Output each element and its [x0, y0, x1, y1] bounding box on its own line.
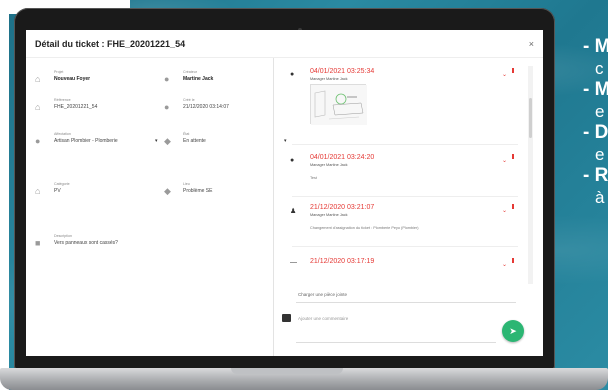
- field-label: Créé le: [183, 98, 195, 102]
- field-label: Lieu: [183, 182, 190, 186]
- entry-date: 21/12/2020 03:21:07: [310, 204, 375, 211]
- field-value: PV: [54, 188, 61, 194]
- side-text-line: c: [595, 58, 604, 78]
- expand-chevron-icon[interactable]: ⌄: [502, 157, 507, 164]
- entry-separator: [292, 246, 518, 247]
- home-icon: ⌂: [35, 186, 41, 196]
- entry-author: Manager Martine Jack: [310, 213, 348, 217]
- field-value: En attente: [183, 138, 206, 144]
- field-label: Créateur: [183, 70, 197, 74]
- entry-text: Changement d'assignation du ticket : Plo…: [310, 226, 419, 230]
- expand-chevron-icon[interactable]: ⌄: [502, 207, 507, 214]
- field-value: FHE_20201221_54: [54, 104, 98, 110]
- person-icon: ●: [35, 136, 41, 146]
- field-value: Problème SE: [183, 188, 213, 194]
- field-lieu: ◆ Lieu Problème SE: [164, 182, 274, 206]
- field-cree-le: ● Créé le 21/12/2020 03:14:07: [164, 98, 274, 122]
- tag-icon: ◆: [164, 136, 171, 146]
- person-icon: ●: [164, 74, 170, 84]
- field-value: Nouveau Foyer: [54, 76, 91, 82]
- home-icon: ⌂: [35, 102, 41, 112]
- etat-select[interactable]: ◆ État En attente ▾: [164, 132, 287, 156]
- send-icon: ➤: [509, 326, 517, 336]
- comment-icon: [282, 314, 291, 322]
- affectation-select[interactable]: ● Affectation Artisan Plombier - Plomber…: [35, 132, 158, 156]
- ticket-history-panel: ● 04/01/2021 03:25:34 Manager Martine Ja…: [274, 58, 543, 356]
- field-projet: ⌂ Projet Nouveau Foyer: [35, 70, 145, 94]
- laptop-base: [0, 368, 608, 390]
- laptop-notch: [231, 368, 343, 374]
- field-value: Artisan Plombier - Plomberie: [54, 138, 118, 144]
- dropdown-caret-icon: ▾: [155, 138, 158, 144]
- delete-marker-icon[interactable]: [512, 154, 514, 159]
- tag-icon: ◆: [164, 186, 171, 196]
- background-white-edge: [0, 0, 9, 390]
- modal-title: Détail du ticket : FHE_20201221_54: [35, 39, 186, 49]
- attachment-underline: [296, 302, 516, 303]
- close-button[interactable]: ×: [529, 39, 534, 49]
- expand-chevron-icon[interactable]: ⌄: [502, 261, 507, 268]
- ticket-detail-modal: Détail du ticket : FHE_20201221_54 × ⌂ P…: [26, 30, 543, 356]
- comment-icon: ■: [35, 238, 41, 248]
- field-label: Affectation: [54, 132, 71, 136]
- entry-date: 04/01/2021 03:25:34: [310, 68, 375, 75]
- field-label: État: [183, 132, 190, 136]
- comment-underline: [296, 342, 496, 343]
- field-description: ■ Description Vers panneaux sont cassés?: [35, 234, 245, 258]
- field-label: Description: [54, 234, 72, 238]
- side-bullet-text: - M c - M e - D e - R à: [583, 36, 608, 208]
- field-label: Projet: [54, 70, 64, 74]
- delete-marker-icon[interactable]: [512, 68, 514, 73]
- side-text-line: - D: [583, 122, 608, 143]
- side-text-line: - M: [583, 79, 608, 100]
- expand-chevron-icon[interactable]: ⌄: [502, 71, 507, 78]
- ticket-details-panel: ⌂ Projet Nouveau Foyer ● Créateur Martin…: [26, 58, 287, 356]
- field-value: 21/12/2020 03:14:07: [183, 104, 229, 110]
- comment-input[interactable]: Ajouter une commentaire: [298, 316, 348, 321]
- entry-date: 04/01/2021 03:24:20: [310, 154, 375, 161]
- timeline-list: ● 04/01/2021 03:25:34 Manager Martine Ja…: [274, 58, 528, 284]
- field-value: Vers panneaux sont cassés?: [54, 240, 118, 246]
- timeline-entry: ♟ 21/12/2020 03:21:07 Manager Martine Ja…: [274, 204, 528, 254]
- field-createur: ● Créateur Martine Jack: [164, 70, 274, 94]
- timeline-entry: — 21/12/2020 03:17:19 ⌄: [274, 258, 528, 284]
- timeline-entry: ● 04/01/2021 03:25:34 Manager Martine Ja…: [274, 68, 528, 145]
- side-text-line: à: [595, 187, 605, 207]
- comment-icon: ●: [290, 157, 295, 164]
- side-text-line: e: [595, 144, 605, 164]
- delete-marker-icon[interactable]: [512, 204, 514, 209]
- entry-text: Test: [310, 176, 317, 180]
- timeline-scrollbar-thumb[interactable]: [529, 98, 532, 138]
- timeline-entry: ● 04/01/2021 03:24:20 Manager Martine Ja…: [274, 154, 528, 197]
- upload-attachment-button[interactable]: Charger une pièce jointe: [298, 292, 347, 297]
- modal-header: Détail du ticket : FHE_20201221_54 ×: [26, 30, 543, 58]
- send-comment-button[interactable]: ➤: [502, 320, 524, 342]
- entry-author: Manager Martine Jack: [310, 77, 348, 81]
- attachment-thumbnail[interactable]: [310, 84, 367, 125]
- person-icon: ●: [164, 102, 170, 112]
- comment-icon: ●: [290, 71, 295, 78]
- user-assign-icon: ♟: [290, 208, 297, 215]
- field-value: Martine Jack: [183, 76, 214, 82]
- dash-icon: —: [290, 259, 297, 266]
- delete-marker-icon[interactable]: [512, 258, 514, 263]
- entry-separator: [292, 144, 518, 145]
- field-categorie: ⌂ Catégorie PV: [35, 182, 145, 206]
- field-label: Catégorie: [54, 182, 70, 186]
- entry-date: 21/12/2020 03:17:19: [310, 258, 375, 265]
- entry-separator: [292, 196, 518, 197]
- side-text-line: - M: [583, 36, 608, 57]
- field-label: Référence: [54, 98, 71, 102]
- home-icon: ⌂: [35, 74, 41, 84]
- side-text-line: - R: [583, 165, 608, 186]
- entry-author: Manager Martine Jack: [310, 163, 348, 167]
- field-reference: ⌂ Référence FHE_20201221_54: [35, 98, 145, 122]
- side-text-line: e: [595, 101, 605, 121]
